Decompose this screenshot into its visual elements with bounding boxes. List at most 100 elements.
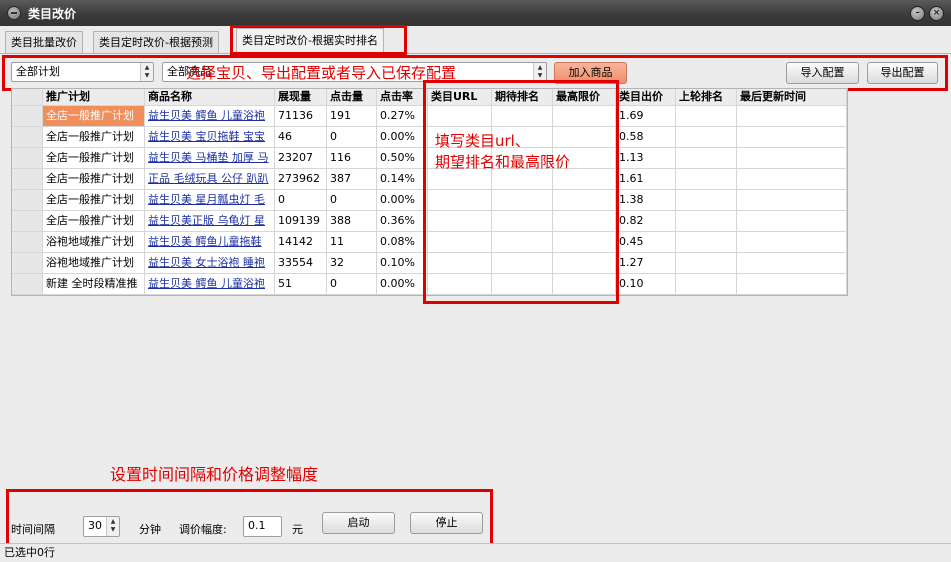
- minute-label: 分钟: [139, 523, 161, 536]
- plan-cell: 全店一般推广计划: [43, 127, 145, 147]
- ctr-cell: 0.00%: [377, 127, 428, 147]
- impressions-cell: 46: [275, 127, 327, 147]
- ctr-cell: 0.00%: [377, 190, 428, 210]
- last-updated-cell: [737, 211, 847, 231]
- plan-cell: 浴袍地域推广计划: [43, 232, 145, 252]
- column-header[interactable]: 上轮排名: [676, 89, 737, 105]
- product-name-link[interactable]: 益生贝美 星月瓢虫灯 毛: [148, 193, 265, 206]
- impressions-cell: 273962: [275, 169, 327, 189]
- row-header[interactable]: [12, 253, 43, 273]
- product-name-cell: 益生贝美 星月瓢虫灯 毛: [145, 190, 275, 210]
- last-rank-cell: [676, 106, 737, 126]
- ctr-cell: 0.10%: [377, 253, 428, 273]
- window-title: 类目改价: [28, 7, 77, 21]
- category-bid-cell: 1.27: [616, 253, 676, 273]
- row-header[interactable]: [12, 190, 43, 210]
- annotation-middle-line2: 期望排名和最高限价: [435, 153, 571, 171]
- adjust-amount-input[interactable]: 0.1: [243, 516, 282, 537]
- plan-cell: 全店一般推广计划: [43, 211, 145, 231]
- tab-batch-price[interactable]: 类目批量改价: [5, 31, 83, 53]
- last-rank-cell: [676, 232, 737, 252]
- column-header[interactable]: 商品名称: [145, 89, 275, 105]
- ctr-cell: 0.14%: [377, 169, 428, 189]
- plan-cell: 全店一般推广计划: [43, 190, 145, 210]
- status-bar: 已选中0行: [0, 543, 951, 562]
- app-icon[interactable]: [7, 6, 21, 20]
- last-updated-cell: [737, 106, 847, 126]
- clicks-cell: 191: [327, 106, 377, 126]
- product-name-link[interactable]: 益生贝美 马桶垫 加厚 马: [148, 151, 269, 164]
- column-header[interactable]: 推广计划: [43, 89, 145, 105]
- product-name-link[interactable]: 益生贝美正版 乌龟灯 星: [148, 214, 265, 227]
- clicks-cell: 387: [327, 169, 377, 189]
- product-name-cell: 益生贝美 鳄鱼儿童拖鞋: [145, 232, 275, 252]
- plan-cell: 全店一般推广计划: [43, 169, 145, 189]
- interval-label: 时间间隔: [11, 523, 55, 536]
- clicks-cell: 32: [327, 253, 377, 273]
- tab-divider: [0, 53, 951, 54]
- category-bid-cell: 0.45: [616, 232, 676, 252]
- ctr-cell: 0.50%: [377, 148, 428, 168]
- tab-timed-forecast[interactable]: 类目定时改价-根据预测: [93, 31, 219, 53]
- row-header[interactable]: [12, 232, 43, 252]
- stop-button[interactable]: 停止: [410, 512, 483, 534]
- ctr-cell: 0.36%: [377, 211, 428, 231]
- impressions-cell: 0: [275, 190, 327, 210]
- category-bid-cell: 1.61: [616, 169, 676, 189]
- column-header[interactable]: 类目出价: [616, 89, 676, 105]
- annotation-box-grid: [423, 80, 619, 304]
- plan-cell: 全店一般推广计划: [43, 148, 145, 168]
- category-bid-cell: 1.13: [616, 148, 676, 168]
- product-name-cell: 正品 毛绒玩具 公仔 趴趴: [145, 169, 275, 189]
- last-updated-cell: [737, 232, 847, 252]
- product-name-link[interactable]: 正品 毛绒玩具 公仔 趴趴: [148, 172, 269, 185]
- category-bid-cell: 0.82: [616, 211, 676, 231]
- column-header[interactable]: 最后更新时间: [737, 89, 847, 105]
- close-icon[interactable]: ×: [929, 6, 944, 21]
- product-name-link[interactable]: 益生贝美 鳄鱼 儿童浴袍: [148, 277, 265, 290]
- minimize-icon[interactable]: –: [910, 6, 925, 21]
- clicks-cell: 0: [327, 190, 377, 210]
- last-rank-cell: [676, 274, 737, 294]
- category-bid-cell: 0.58: [616, 127, 676, 147]
- impressions-cell: 33554: [275, 253, 327, 273]
- last-updated-cell: [737, 190, 847, 210]
- last-rank-cell: [676, 127, 737, 147]
- last-updated-cell: [737, 274, 847, 294]
- plan-cell: 浴袍地域推广计划: [43, 253, 145, 273]
- product-name-link[interactable]: 益生贝美 鳄鱼 儿童浴袍: [148, 109, 265, 122]
- spin-arrows-icon[interactable]: ▲ ▼: [106, 517, 119, 536]
- annotation-middle-line1: 填写类目url、: [435, 132, 530, 150]
- status-text: 已选中0行: [4, 546, 55, 559]
- row-header[interactable]: [12, 211, 43, 231]
- row-header[interactable]: [12, 127, 43, 147]
- product-name-cell: 益生贝美 宝贝拖鞋 宝宝: [145, 127, 275, 147]
- column-header[interactable]: 点击量: [327, 89, 377, 105]
- adjust-label: 调价幅度:: [179, 523, 227, 536]
- plan-cell: 全店一般推广计划: [43, 106, 145, 126]
- product-name-link[interactable]: 益生贝美 鳄鱼儿童拖鞋: [148, 235, 262, 248]
- impressions-cell: 23207: [275, 148, 327, 168]
- interval-stepper[interactable]: 30 ▲ ▼: [83, 516, 120, 537]
- impressions-cell: 109139: [275, 211, 327, 231]
- product-name-link[interactable]: 益生贝美 宝贝拖鞋 宝宝: [148, 130, 265, 143]
- start-button[interactable]: 启动: [322, 512, 395, 534]
- row-header[interactable]: [12, 274, 43, 294]
- last-rank-cell: [676, 148, 737, 168]
- product-name-cell: 益生贝美 女士浴袍 睡袍: [145, 253, 275, 273]
- plan-cell: 新建 全时段精准推: [43, 274, 145, 294]
- impressions-cell: 14142: [275, 232, 327, 252]
- product-name-link[interactable]: 益生贝美 女士浴袍 睡袍: [148, 256, 265, 269]
- last-rank-cell: [676, 253, 737, 273]
- column-header[interactable]: 点击率: [377, 89, 428, 105]
- row-header[interactable]: [12, 169, 43, 189]
- clicks-cell: 116: [327, 148, 377, 168]
- row-header[interactable]: [12, 106, 43, 126]
- last-rank-cell: [676, 211, 737, 231]
- impressions-cell: 51: [275, 274, 327, 294]
- row-header[interactable]: [12, 148, 43, 168]
- ctr-cell: 0.08%: [377, 232, 428, 252]
- last-updated-cell: [737, 148, 847, 168]
- last-rank-cell: [676, 169, 737, 189]
- column-header[interactable]: 展现量: [275, 89, 327, 105]
